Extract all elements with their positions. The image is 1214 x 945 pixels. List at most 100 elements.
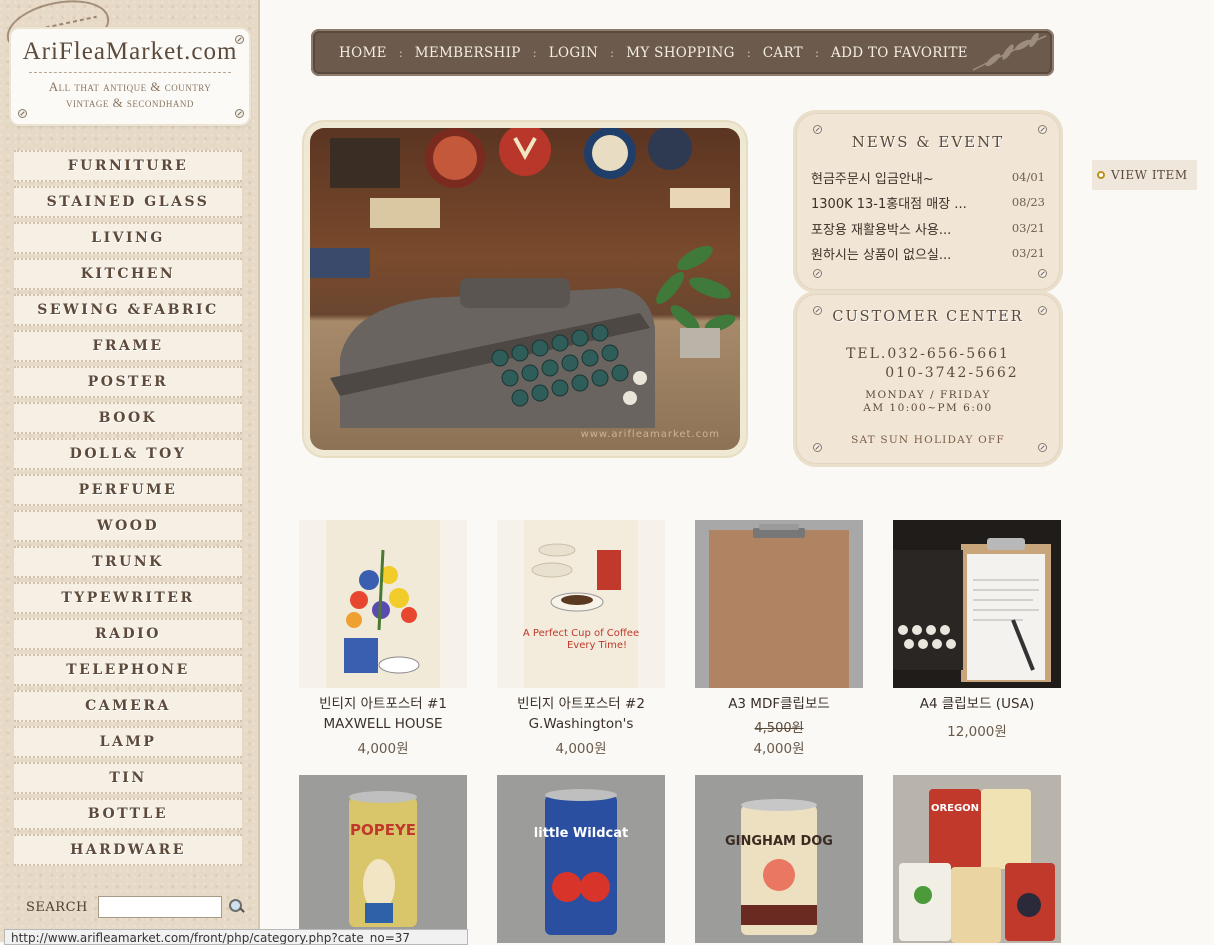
category-item-sewing-fabric[interactable]: SEWING &FABRIC — [14, 294, 242, 326]
product-card[interactable]: OREGON — [893, 775, 1061, 943]
category-item-book[interactable]: BOOK — [14, 402, 242, 434]
view-item-button[interactable]: VIEW ITEM — [1092, 160, 1197, 190]
nav-separator: : — [532, 45, 537, 60]
product-name[interactable]: 빈티지 아트포스터 #2 — [497, 694, 665, 714]
product-name[interactable]: 빈티지 아트포스터 #1 — [299, 694, 467, 714]
product-price: 12,000원 — [947, 724, 1007, 740]
category-item-typewriter[interactable]: TYPEWRITER — [14, 582, 242, 614]
business-hours: AM 10:00~PM 6:00 — [863, 402, 993, 414]
news-item-title[interactable]: 포장용 재활용박스 사용... — [811, 219, 951, 238]
holiday-notice: SAT SUN HOLIDAY OFF — [851, 434, 1005, 446]
circle-bullet-icon — [1097, 171, 1105, 179]
product-image[interactable]: GINGHAM DOG — [695, 775, 863, 943]
nav-login[interactable]: LOGIN — [549, 45, 598, 61]
customer-center-panel: CUSTOMER CENTER TEL.032-656-5661 010-374… — [796, 294, 1060, 464]
tin-can-illustration: GINGHAM DOG — [725, 799, 833, 935]
news-item-date: 03/21 — [1011, 246, 1045, 260]
search-box: SEARCH — [26, 896, 246, 918]
nav-home[interactable]: HOME — [339, 45, 387, 61]
product-name[interactable]: MAXWELL HOUSE — [299, 714, 467, 734]
category-item-lamp[interactable]: LAMP — [14, 726, 242, 758]
poster-illustration: A Perfect Cup of Coffee Every Time! — [523, 520, 639, 688]
category-item-bottle[interactable]: BOTTLE — [14, 798, 242, 830]
news-item[interactable]: 현금주문시 입금안내~ 04/01 — [811, 166, 1045, 188]
news-item[interactable]: 포장용 재활용박스 사용... 03/21 — [811, 217, 1045, 239]
news-item[interactable]: 원하시는 상품이 없으실... 03/21 — [811, 242, 1045, 264]
category-item-trunk[interactable]: TRUNK — [14, 546, 242, 578]
product-card[interactable]: POPEYE — [299, 775, 467, 943]
news-item-title[interactable]: 1300K 13-1홍대점 매장 ... — [811, 193, 967, 212]
logo-divider — [29, 72, 231, 73]
category-item-kitchen[interactable]: KITCHEN — [14, 258, 242, 290]
product-name[interactable]: G.Washington's — [497, 714, 665, 734]
product-original-price: 4,500원 — [754, 721, 804, 736]
product-card[interactable]: A3 MDF클립보드 4,500원 4,000원 — [695, 520, 863, 757]
nav-add-to-favorite[interactable]: ADD TO FAVORITE — [831, 45, 968, 61]
poster-illustration — [326, 520, 440, 688]
category-item-wood[interactable]: WOOD — [14, 510, 242, 542]
nav-separator: : — [746, 45, 751, 60]
nav-membership[interactable]: MEMBERSHIP — [415, 45, 521, 61]
product-card[interactable]: GINGHAM DOG — [695, 775, 863, 943]
screw-icon — [1038, 269, 1047, 278]
category-item-doll-toy[interactable]: DOLL& TOY — [14, 438, 242, 470]
tin-can-illustration: little Wildcat — [534, 789, 628, 935]
news-item[interactable]: 1300K 13-1홍대점 매장 ... 08/23 — [811, 191, 1045, 213]
search-label: SEARCH — [26, 899, 88, 915]
tin-label: GINGHAM DOG — [725, 834, 833, 849]
news-item-date: 03/21 — [1011, 221, 1045, 235]
hero-banner[interactable]: www.arifleamarket.com — [304, 122, 746, 456]
news-item-date: 04/01 — [1011, 170, 1045, 184]
logo-subtitle: vintage & secondhand — [66, 95, 194, 110]
phone-number: TEL.032-656-5661 — [846, 346, 1010, 362]
view-item-label: VIEW ITEM — [1111, 168, 1188, 182]
news-title: NEWS & EVENT — [851, 133, 1005, 151]
category-item-poster[interactable]: POSTER — [14, 366, 242, 398]
product-name[interactable]: A4 클립보드 (USA) — [893, 694, 1061, 714]
category-item-stained-glass[interactable]: STAINED GLASS — [14, 186, 242, 218]
site-logo[interactable]: AriFleaMarket.com All that antique & cou… — [11, 29, 249, 124]
product-image[interactable]: POPEYE — [299, 775, 467, 943]
product-image[interactable] — [695, 520, 863, 688]
product-image[interactable]: A Perfect Cup of Coffee Every Time! — [497, 520, 665, 688]
logo-subtitle: All that antique & country — [48, 79, 212, 94]
product-image[interactable]: OREGON — [893, 775, 1061, 943]
category-item-living[interactable]: LIVING — [14, 222, 242, 254]
product-card[interactable]: A Perfect Cup of Coffee Every Time! 빈티지 … — [497, 520, 665, 757]
category-menu: FURNITURE STAINED GLASS LIVING KITCHEN S… — [14, 150, 242, 870]
category-item-camera[interactable]: CAMERA — [14, 690, 242, 722]
news-item-title[interactable]: 원하시는 상품이 없으실... — [811, 244, 951, 263]
customer-center-title: CUSTOMER CENTER — [832, 309, 1024, 325]
news-event-panel: NEWS & EVENT 현금주문시 입금안내~ 04/01 1300K 13-… — [796, 113, 1060, 290]
nav-separator: : — [398, 45, 403, 60]
search-input[interactable] — [97, 896, 222, 918]
product-image[interactable]: little Wildcat — [497, 775, 665, 943]
category-item-furniture[interactable]: FURNITURE — [14, 150, 242, 182]
product-name[interactable]: A3 MDF클립보드 — [695, 694, 863, 714]
nav-separator: : — [610, 45, 615, 60]
category-item-perfume[interactable]: PERFUME — [14, 474, 242, 506]
category-item-frame[interactable]: FRAME — [14, 330, 242, 362]
tin-cans-group-illustration: OREGON — [899, 789, 1055, 943]
phone-number: 010-3742-5662 — [885, 365, 1019, 381]
business-days: MONDAY / FRIDAY — [865, 389, 991, 401]
news-item-title[interactable]: 현금주문시 입금안내~ — [811, 168, 934, 187]
svg-text:Every Time!: Every Time! — [567, 640, 627, 651]
product-image[interactable] — [893, 520, 1061, 688]
nav-my-shopping[interactable]: MY SHOPPING — [626, 45, 735, 61]
nav-cart[interactable]: CART — [763, 45, 803, 61]
product-card[interactable]: A4 클립보드 (USA) 12,000원 — [893, 520, 1061, 740]
search-icon[interactable] — [226, 897, 246, 917]
product-image[interactable] — [299, 520, 467, 688]
logo-title: AriFleaMarket.com — [22, 38, 238, 65]
category-item-tin[interactable]: TIN — [14, 762, 242, 794]
product-card[interactable]: 빈티지 아트포스터 #1 MAXWELL HOUSE 4,000원 — [299, 520, 467, 757]
nav-separator: : — [815, 45, 820, 60]
product-card[interactable]: little Wildcat — [497, 775, 665, 943]
category-item-hardware[interactable]: HARDWARE — [14, 834, 242, 866]
category-item-telephone[interactable]: TELEPHONE — [14, 654, 242, 686]
tin-can-illustration: POPEYE — [349, 791, 417, 927]
category-item-radio[interactable]: RADIO — [14, 618, 242, 650]
tin-label: OREGON — [931, 803, 979, 814]
news-item-date: 08/23 — [1011, 195, 1045, 209]
